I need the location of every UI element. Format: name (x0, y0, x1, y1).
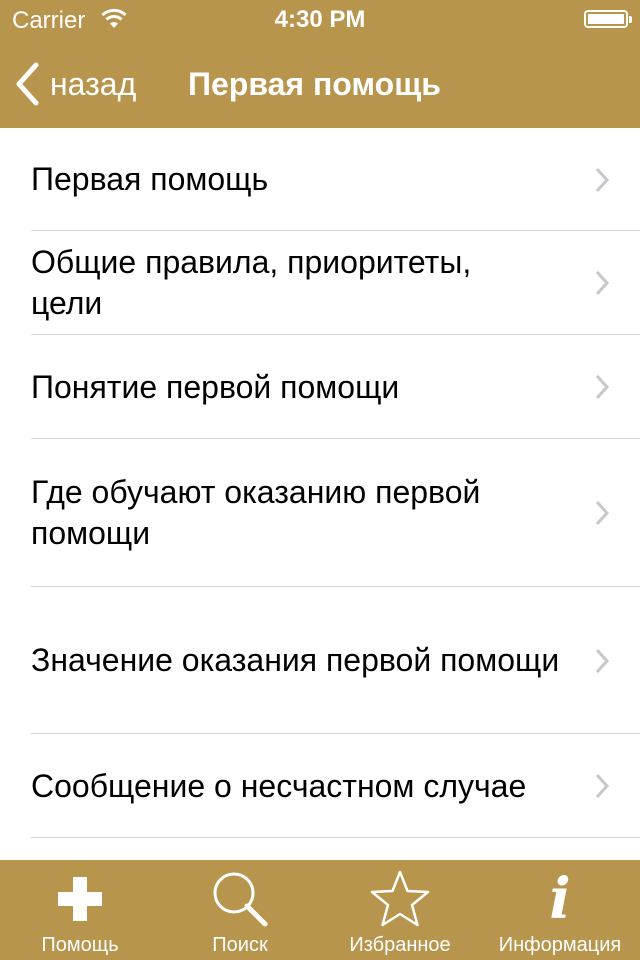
back-label: назад (50, 65, 137, 102)
list-item-label: Где обучают оказанию первой помощи (31, 474, 481, 551)
tab-label: Избранное (349, 934, 451, 956)
top-bar: Carrier 4:30 PM назад Первая помощь (0, 0, 640, 128)
list-item[interactable]: Понятие первой помощи (0, 335, 640, 439)
list-item-label: Понятие первой помощи (31, 368, 400, 405)
tab-label: Информация (498, 934, 622, 956)
list-item-label: Общие правила, приоритеты, цели (31, 244, 472, 321)
clock: 4:30 PM (274, 6, 366, 33)
topic-list: Первая помощь Общие правила, приоритеты,… (0, 128, 640, 860)
list-item[interactable]: Значение оказания первой помощи (0, 587, 640, 734)
page-title: Первая помощь (188, 66, 441, 102)
navigation-bar: назад Первая помощь (0, 40, 640, 128)
tab-label: Поиск (212, 934, 268, 956)
tab-help[interactable]: Помощь (0, 860, 160, 960)
tab-search[interactable]: Поиск (160, 860, 320, 960)
star-icon (320, 870, 480, 928)
list-item-label: Сообщение о несчастном случае (31, 767, 527, 804)
tab-info[interactable]: i Информация (480, 860, 640, 960)
tab-favorites[interactable]: Избранное (320, 860, 480, 960)
list-item[interactable]: Первая помощь (0, 128, 640, 231)
list-item-label: Значение оказания первой помощи (31, 642, 560, 678)
separator (31, 837, 640, 838)
list-item[interactable]: Сообщение о несчастном случае (0, 734, 640, 838)
list-item[interactable]: Общие правила, приоритеты, цели (0, 231, 640, 335)
back-button[interactable]: назад (14, 62, 136, 106)
tab-label: Помощь (41, 934, 119, 956)
list-item-label: Первая помощь (31, 161, 269, 197)
chevron-right-icon (595, 270, 610, 296)
tab-bar: Помощь Поиск Избранное i Информация (0, 860, 640, 960)
chevron-right-icon (595, 167, 610, 192)
chevron-right-icon (595, 648, 610, 673)
chevron-right-icon (595, 374, 610, 400)
plus-icon (0, 870, 160, 928)
chevron-right-icon (595, 500, 610, 526)
chevron-left-icon (16, 62, 39, 106)
chevron-right-icon (595, 773, 610, 799)
search-icon (160, 870, 320, 928)
list-item[interactable]: Где обучают оказанию первой помощи (0, 439, 640, 587)
info-icon: i (549, 866, 571, 932)
battery-icon (584, 10, 632, 28)
status-bar: Carrier 4:30 PM (0, 0, 640, 40)
